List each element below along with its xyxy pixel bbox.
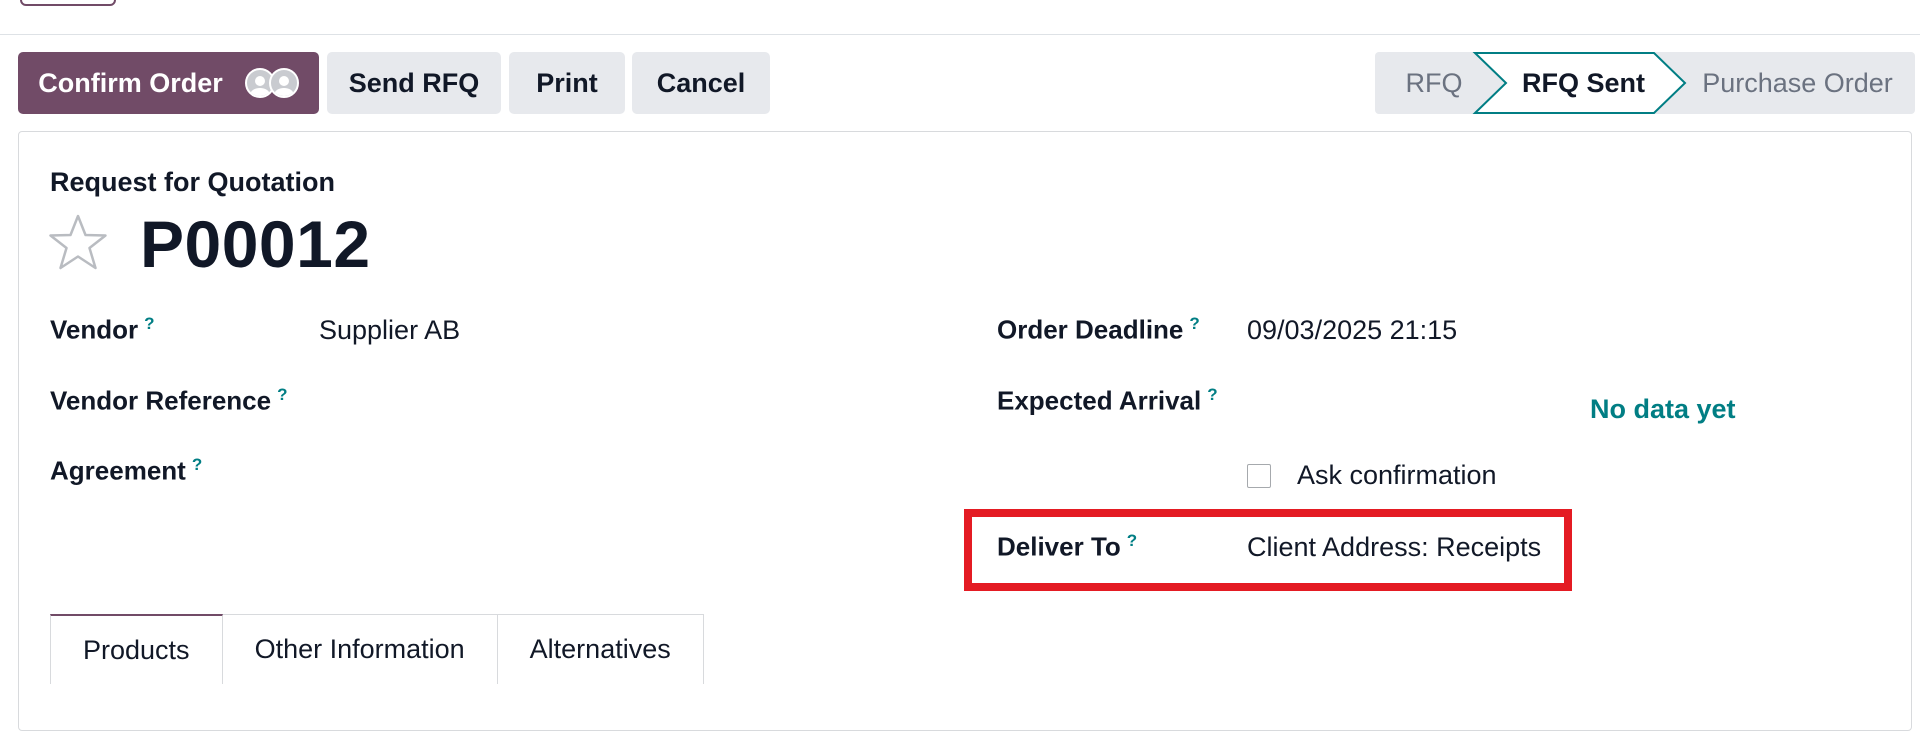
notebook-tabs: Products Other Information Alternatives bbox=[50, 614, 704, 684]
followers-avatars bbox=[244, 68, 299, 98]
confirm-order-button[interactable]: Confirm Order bbox=[18, 52, 319, 114]
agreement-field[interactable] bbox=[319, 455, 919, 489]
vendor-label: Vendor? bbox=[50, 314, 155, 345]
document-type: Request for Quotation bbox=[50, 167, 335, 197]
vendor-reference-field[interactable] bbox=[319, 385, 919, 419]
help-icon[interactable]: ? bbox=[1207, 385, 1217, 404]
user-avatar-icon bbox=[268, 68, 299, 98]
order-deadline-field[interactable]: 09/03/2025 21:15 bbox=[1247, 315, 1457, 346]
tab-products[interactable]: Products bbox=[50, 614, 223, 684]
vendor-reference-label: Vendor Reference? bbox=[50, 385, 288, 416]
expected-arrival-field[interactable] bbox=[1247, 385, 1567, 419]
help-icon[interactable]: ? bbox=[277, 385, 287, 404]
document-name: P00012 bbox=[140, 207, 371, 281]
cancel-button[interactable]: Cancel bbox=[632, 52, 770, 114]
print-button[interactable]: Print bbox=[509, 52, 625, 114]
stage-rfq-sent: RFQ Sent bbox=[1521, 67, 1645, 98]
expected-arrival-label: Expected Arrival? bbox=[997, 385, 1218, 416]
send-rfq-button[interactable]: Send RFQ bbox=[327, 52, 501, 114]
tab-other-information[interactable]: Other Information bbox=[222, 614, 498, 684]
star-icon[interactable] bbox=[47, 213, 109, 273]
deliver-to-highlight-box bbox=[964, 509, 1572, 591]
status-bar: RFQ RFQ Sent Purchase Order bbox=[1375, 52, 1915, 114]
no-data-indicator: No data yet bbox=[1590, 394, 1736, 424]
order-deadline-label: Order Deadline? bbox=[997, 314, 1200, 345]
tab-alternatives[interactable]: Alternatives bbox=[497, 614, 704, 684]
top-button-edge bbox=[20, 0, 116, 6]
ask-confirmation-checkbox[interactable] bbox=[1247, 464, 1271, 488]
confirm-order-label: Confirm Order bbox=[38, 67, 223, 98]
ask-confirmation-label[interactable]: Ask confirmation bbox=[1297, 460, 1497, 491]
agreement-label: Agreement? bbox=[50, 455, 203, 486]
header-divider bbox=[0, 34, 1920, 35]
help-icon[interactable]: ? bbox=[144, 314, 154, 333]
stage-purchase-order[interactable]: Purchase Order bbox=[1680, 52, 1915, 114]
vendor-field[interactable]: Supplier AB bbox=[319, 315, 460, 346]
stage-rfq[interactable]: RFQ bbox=[1375, 52, 1493, 114]
help-icon[interactable]: ? bbox=[1189, 314, 1199, 333]
help-icon[interactable]: ? bbox=[192, 455, 202, 474]
